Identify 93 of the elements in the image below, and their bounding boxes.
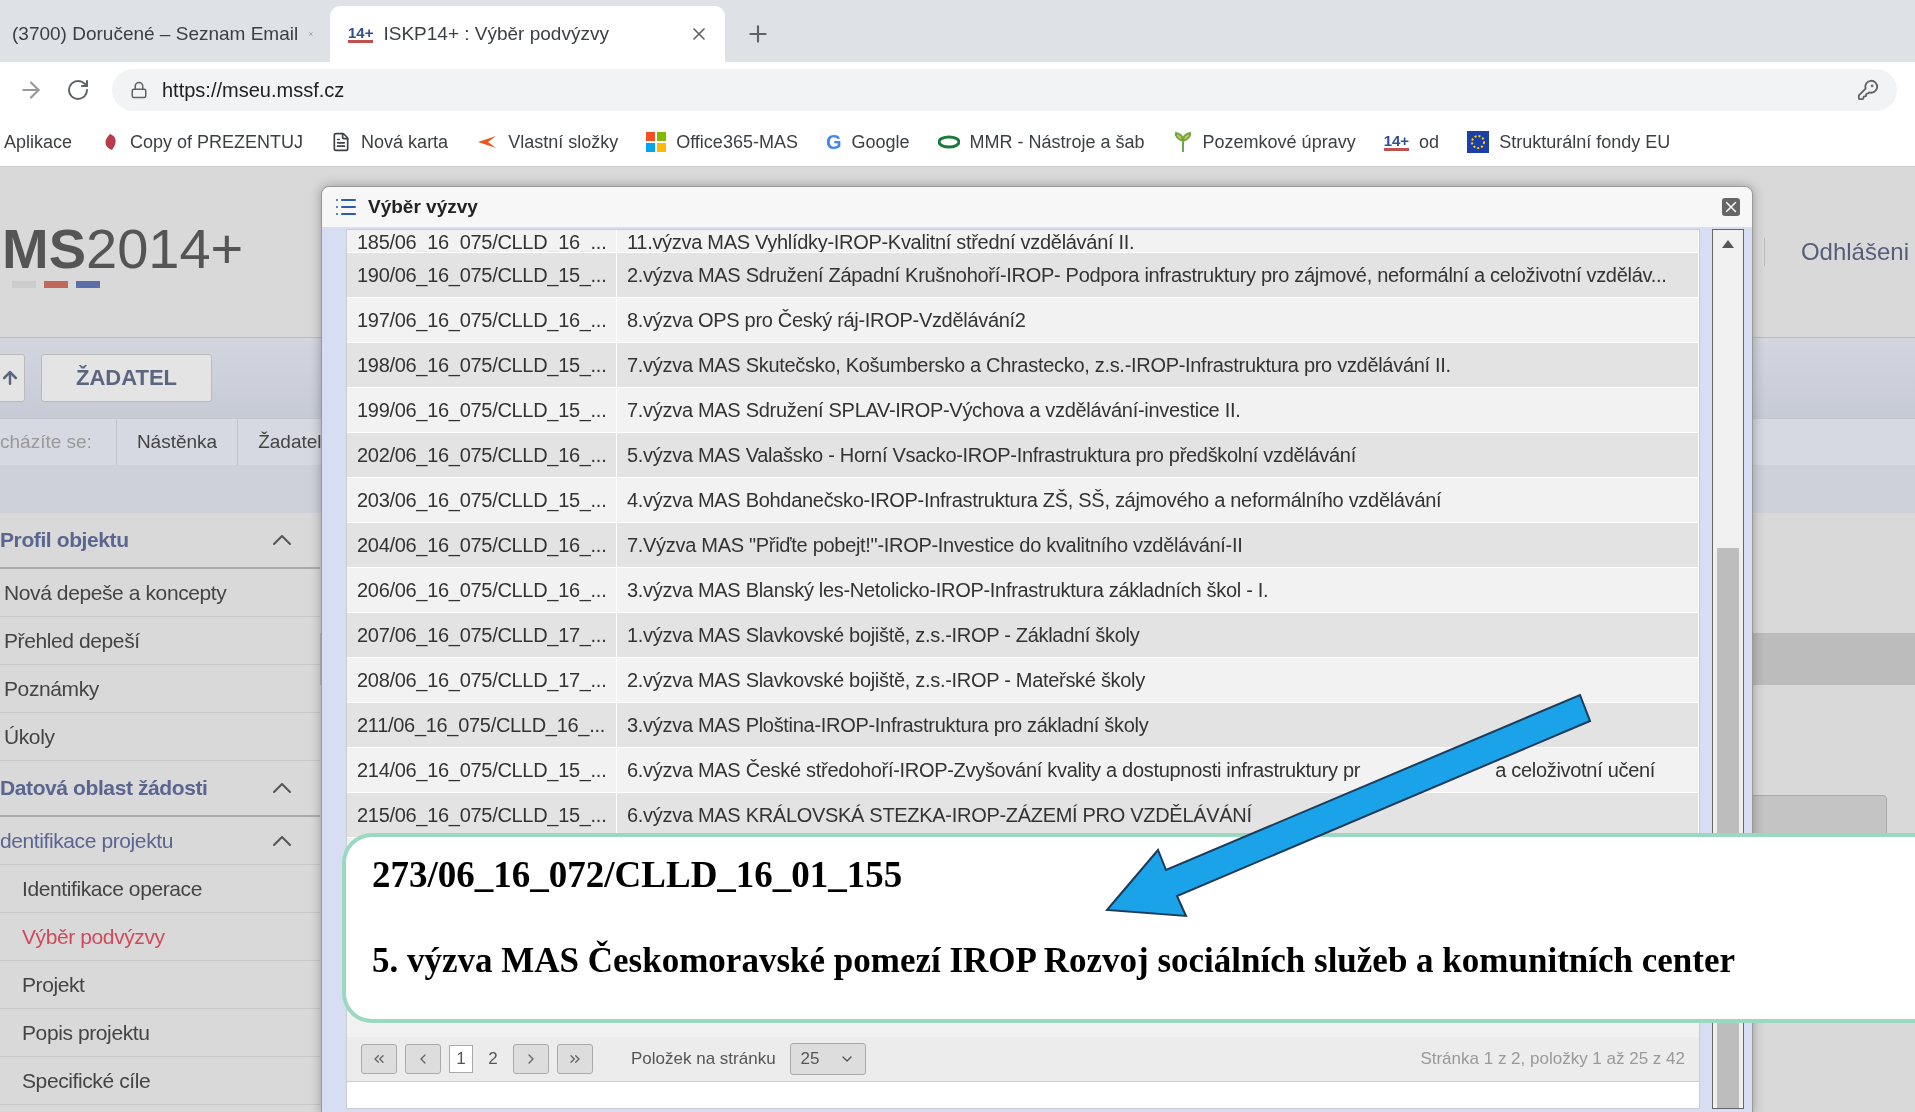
scroll-up-icon[interactable]: [1722, 240, 1734, 248]
browser-tab[interactable]: 14+ ISKP14+ : Výběr podvýzvy: [330, 6, 725, 62]
sidebar-item[interactable]: Identifikace operace: [0, 865, 320, 913]
table-row[interactable]: 208/06_16_075/CLLD_17_... 2.výzva MAS Slavkovské bojiště, z.s.-IROP - Mateřské školy: [347, 658, 1699, 703]
table-cell: 206/06_16_075/CLLD_16_...: [347, 568, 617, 612]
address-bar[interactable]: https://mseu.mssf.cz: [112, 69, 1897, 111]
table-cell: 5.výzva MAS Valašsko - Horní Vsacko-IROP-Infrastruktura pro předškolní vzdělávání: [627, 445, 1356, 465]
table-row[interactable]: 197/06_16_075/CLLD_16_... 8.výzva OPS pro Český ráj-IROP-Vzdělávání2: [347, 298, 1699, 343]
table-cell: a celoživotní učení: [1495, 760, 1656, 780]
table-cell: 211/06_16_075/CLLD_16_...: [347, 703, 617, 747]
table-cell: 199/06_16_075/CLLD_15_...: [347, 388, 617, 432]
last-page-button[interactable]: [557, 1044, 593, 1074]
table-cell: 8.výzva OPS pro Český ráj-IROP-Vzdělávání2: [627, 310, 1026, 330]
table-cell: 197/06_16_075/CLLD_16_...: [347, 298, 617, 342]
eu-flag-icon: [1467, 131, 1490, 153]
bookmark[interactable]: Nová karta: [331, 131, 449, 153]
table-cell: 208/06_16_075/CLLD_17_...: [347, 658, 617, 702]
swirl-icon: [937, 135, 960, 149]
close-icon[interactable]: [1722, 198, 1740, 216]
table-row[interactable]: 214/06_16_075/CLLD_15_... 6.výzva MAS České středohoří-IROP-Zvyšování kvality a dostupnosti infrastruktury pr a celoživotní učení: [347, 748, 1699, 793]
sidebar-section-header[interactable]: Profil objektu: [0, 513, 320, 569]
page-number[interactable]: 2: [481, 1045, 505, 1073]
url-text: https://mseu.mssf.cz: [162, 78, 345, 102]
bookmark[interactable]: Strukturální fondy EU: [1467, 131, 1671, 153]
table-row[interactable]: 198/06_16_075/CLLD_15_... 7.výzva MAS Skutečsko, Košumbersko a Chrastecko, z.s.-IROP-Infrastruktura pro vzdělávání II.: [347, 343, 1699, 388]
google-icon: G: [825, 130, 842, 154]
key-icon[interactable]: [1857, 79, 1879, 101]
sidebar-item[interactable]: Projekt: [0, 961, 320, 1009]
table-cell: 185/06_16_075/CLLD_16_...: [347, 230, 617, 252]
table-cell: 7.výzva MAS Skutečsko, Košumbersko a Chrastecko, z.s.-IROP-Infrastruktura pro vzdělávání II.: [627, 355, 1451, 375]
logout-link[interactable]: Odhlášeni: [1763, 238, 1909, 266]
bookmark[interactable]: G Google: [825, 130, 910, 154]
sidebar-header-label: Profil objektu: [0, 528, 129, 552]
table-cell: 202/06_16_075/CLLD_16_...: [347, 433, 617, 477]
table-cell: 207/06_16_075/CLLD_17_...: [347, 613, 617, 657]
page-icon: [331, 132, 352, 152]
sidebar-item[interactable]: Přehled depeší: [0, 617, 320, 665]
bookmark[interactable]: Vlastní složky: [476, 131, 619, 153]
table-cell: 190/06_16_075/CLLD_15_...: [347, 253, 617, 297]
table-row[interactable]: 211/06_16_075/CLLD_16_... 3.výzva MAS Ploština-IROP-Infrastruktura pro základní školy: [347, 703, 1699, 748]
bookmark[interactable]: Copy of PREZENTUJ: [100, 131, 304, 153]
table-cell: 7.výzva MAS Sdružení SPLAV-IROP-Výchova a vzdělávání-investice II.: [627, 400, 1241, 420]
table-cell: 6.výzva MAS České středohoří-IROP-Zvyšování kvality a dostupnosti infrastruktury pr: [627, 760, 1361, 780]
pagination-summary: Stránka 1 z 2, položky 1 až 25 z 42: [1420, 1049, 1685, 1069]
bookmark[interactable]: MMR - Nástroje a šab: [937, 131, 1145, 153]
table-cell: 214/06_16_075/CLLD_15_...: [347, 748, 617, 792]
callout-text: 5. výzva MAS Českomoravské pomezí IROP Rozvoj sociálních služeb a komunitních center: [372, 941, 1736, 981]
table-cell: 2.výzva MAS Slavkovské bojiště, z.s.-IROP - Mateřské školy: [627, 670, 1145, 690]
page-number[interactable]: 1: [449, 1045, 473, 1073]
table-cell: 198/06_16_075/CLLD_15_...: [347, 343, 617, 387]
reload-icon[interactable]: [66, 78, 90, 102]
sidebar-item[interactable]: Nová depeše a koncepty: [0, 569, 320, 617]
table-cell: 3.výzva MAS Blanský les-Netolicko-IROP-Infrastruktura základních škol - I.: [627, 580, 1269, 600]
table-row[interactable]: 202/06_16_075/CLLD_16_... 5.výzva MAS Valašsko - Horní Vsacko-IROP-Infrastruktura pro předškolní vzdělávání: [347, 433, 1699, 478]
bookmark[interactable]: Office365-MAS: [646, 131, 798, 153]
table-cell: 204/06_16_075/CLLD_16_...: [347, 523, 617, 567]
table-row[interactable]: 207/06_16_075/CLLD_17_... 1.výzva MAS Slavkovské bojiště, z.s.-IROP - Základní školy: [347, 613, 1699, 658]
sidebar-header-label: Datová oblast žádosti: [0, 776, 208, 800]
table-row[interactable]: 203/06_16_075/CLLD_15_... 4.výzva MAS Bohdanečsko-IROP-Infrastruktura ZŠ, SŠ, zájmového a neformálního vzdělávání: [347, 478, 1699, 523]
bookmark[interactable]: 14+ od: [1383, 131, 1440, 153]
table-row[interactable]: 199/06_16_075/CLLD_15_... 7.výzva MAS Sdružení SPLAV-IROP-Výchova a vzdělávání-investice II.: [347, 388, 1699, 433]
table-row[interactable]: 204/06_16_075/CLLD_16_... 7.Výzva MAS "Přiďte pobejt!"-IROP-Investice do kvalitního vzdělávání-II: [347, 523, 1699, 568]
bookmark[interactable]: Pozemkové úpravy: [1172, 131, 1356, 153]
sidebar-group-header[interactable]: dentifikace projektu: [0, 817, 320, 865]
sidebar-item[interactable]: Popis projektu: [0, 1009, 320, 1057]
table-cell: 2.výzva MAS Sdružení Západní Krušnohoří-IROP- Podpora infrastruktury pro zájmové, neformální a celoživotní vzděláv...: [627, 265, 1667, 285]
sidebar-item[interactable]: Specifické cíle: [0, 1057, 320, 1105]
role-button[interactable]: ŽADATEL: [41, 354, 213, 402]
bookmark[interactable]: Aplikace: [4, 131, 73, 153]
table-row[interactable]: 190/06_16_075/CLLD_15_... 2.výzva MAS Sdružení Západní Krušnohoří-IROP- Podpora infrastruktury pro zájmové, neformální a celoživotní vzděláv...: [347, 253, 1699, 298]
sidebar-item[interactable]: Poznámky: [0, 665, 320, 713]
table-cell: 6.výzva MAS KRÁLOVSKÁ STEZKA-IROP-ZÁZEMÍ PRO VZDĚLÁVÁNÍ: [627, 805, 1252, 825]
first-page-button[interactable]: [361, 1044, 397, 1074]
leaf-icon: [1172, 131, 1193, 153]
table-cell: 203/06_16_075/CLLD_15_...: [347, 478, 617, 522]
windows-icon: [646, 132, 667, 152]
table-cell: 1.výzva MAS Slavkovské bojiště, z.s.-IROP - Základní školy: [627, 625, 1140, 645]
dialog-title: Výběr výzvy: [368, 196, 478, 218]
table-cell: 7.Výzva MAS "Přiďte pobejt!"-IROP-Investice do kvalitního vzdělávání-II: [627, 535, 1243, 555]
table-row[interactable]: 206/06_16_075/CLLD_16_... 3.výzva MAS Blanský les-Netolicko-IROP-Infrastruktura základních škol - I.: [347, 568, 1699, 613]
per-page-label: Položek na stránku: [631, 1049, 776, 1069]
sidebar-section-header[interactable]: Datová oblast žádosti: [0, 761, 320, 817]
table-cell: 4.výzva MAS Bohdanečsko-IROP-Infrastruktura ZŠ, SŠ, zájmového a neformálního vzdělávání: [627, 490, 1442, 510]
tab-title: ISKP14+ : Výběr podvýzvy: [383, 23, 610, 45]
per-page-select[interactable]: 25: [789, 1043, 866, 1075]
lock-icon: [130, 81, 148, 99]
browser-tab[interactable]: (3700) Doručené – Seznam Email: [0, 6, 330, 62]
callout-code: 273/06_16_072/CLLD_16_01_155: [372, 853, 904, 896]
ms2014-logo: MS2014+: [2, 216, 244, 288]
table-cell: 3.výzva MAS Ploština-IROP-Infrastruktura pro základní školy: [627, 715, 1149, 735]
tab-title: (3700) Doručené – Seznam Email: [12, 23, 299, 45]
sidebar-item[interactable]: Úkoly: [0, 713, 320, 761]
sidebar-header-label: dentifikace projektu: [0, 828, 173, 853]
